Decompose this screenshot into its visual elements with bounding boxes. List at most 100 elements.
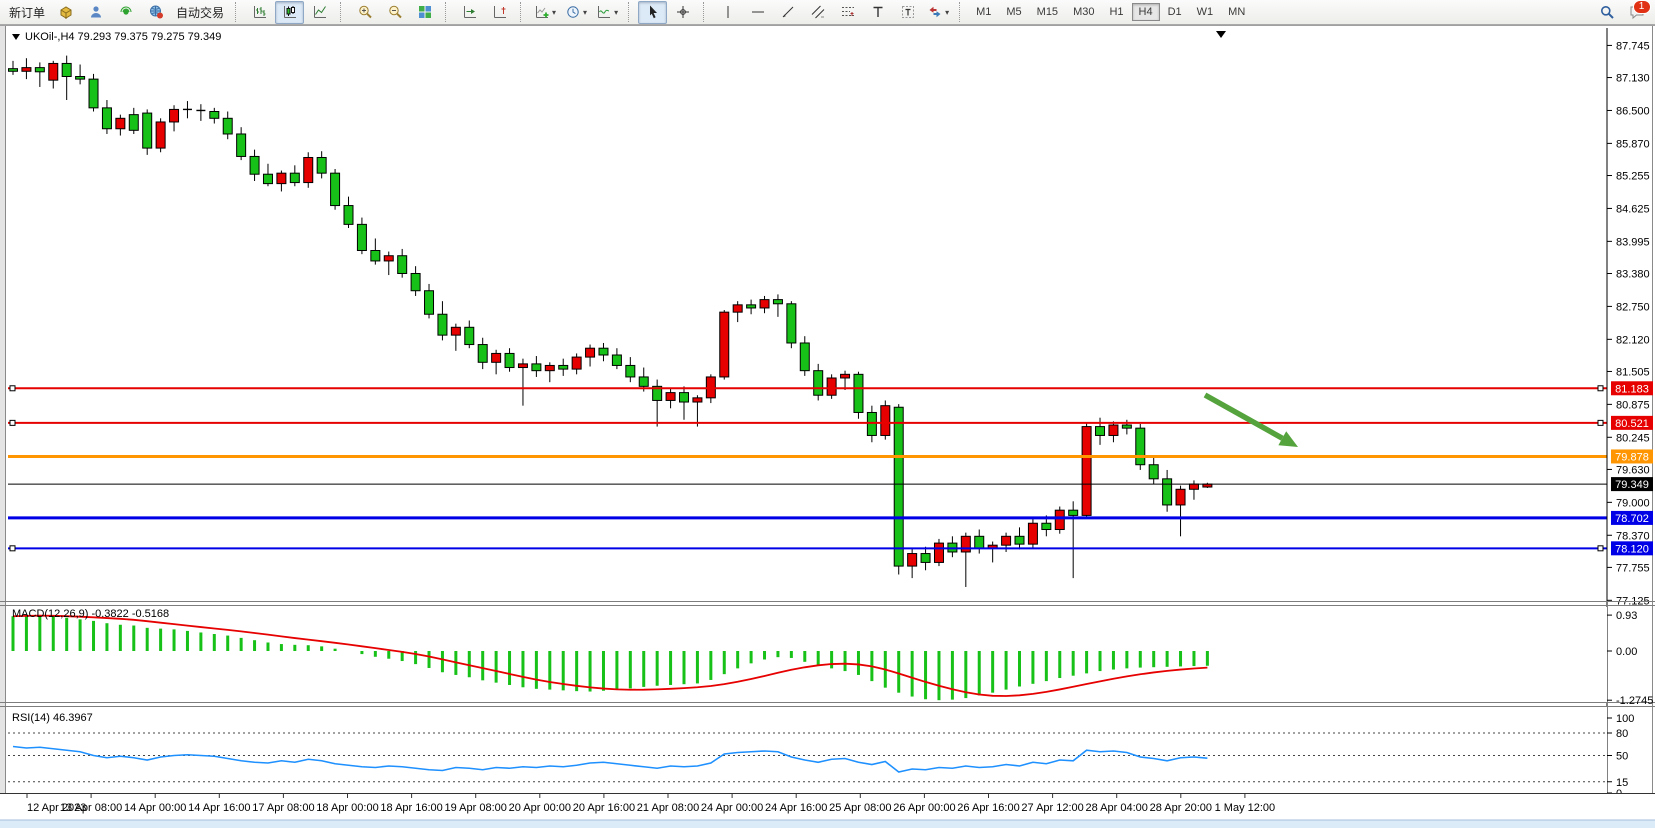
- candle: [76, 77, 85, 80]
- candle: [733, 305, 742, 312]
- time-axis-label: 14 Apr 16:00: [188, 802, 250, 814]
- price-axis-label: 78.370: [1616, 530, 1650, 542]
- price-axis-label: 85.255: [1616, 171, 1650, 183]
- price-badge-label: 78.120: [1615, 543, 1649, 555]
- candle: [908, 554, 917, 567]
- candle: [250, 156, 259, 174]
- time-axis-label: 14 Apr 00:00: [124, 802, 186, 814]
- line-handle[interactable]: [10, 420, 15, 425]
- line-handle[interactable]: [1598, 546, 1603, 551]
- line-handle[interactable]: [10, 546, 15, 551]
- macd-indicator-label: MACD(12,26,9) -0.3822 -0.5168: [12, 608, 169, 620]
- candle: [693, 398, 702, 402]
- window-left-frame: [0, 26, 5, 820]
- price-axis-label: 87.130: [1616, 73, 1650, 85]
- time-axis-label: 20 Apr 16:00: [573, 802, 635, 814]
- candle: [1096, 427, 1105, 436]
- time-axis-label: 26 Apr 16:00: [957, 802, 1019, 814]
- price-axis-label: 81.505: [1616, 366, 1650, 378]
- line-handle[interactable]: [10, 386, 15, 391]
- candle: [881, 406, 890, 436]
- price-axis-label: 84.625: [1616, 203, 1650, 215]
- candle: [263, 174, 272, 183]
- candle: [156, 122, 165, 148]
- candle: [331, 173, 340, 205]
- time-axis-label: 18 Apr 00:00: [316, 802, 378, 814]
- candle: [545, 365, 554, 370]
- candle: [532, 364, 541, 371]
- candle: [170, 109, 179, 122]
- candle: [116, 118, 125, 128]
- candle: [465, 327, 474, 344]
- rsi-panel-canvas[interactable]: [8, 707, 1607, 793]
- candle: [344, 206, 353, 225]
- price-axis-label: 82.120: [1616, 334, 1650, 346]
- candle: [277, 173, 286, 183]
- candle: [505, 353, 514, 367]
- candle: [921, 554, 930, 563]
- line-handle[interactable]: [1598, 386, 1603, 391]
- macd-axis-label: 0.93: [1616, 610, 1637, 622]
- candle: [49, 63, 58, 80]
- candle: [384, 256, 393, 261]
- candle: [666, 393, 675, 401]
- candle: [317, 157, 326, 173]
- candle: [478, 345, 487, 363]
- macd-panel-canvas[interactable]: [8, 607, 1607, 702]
- time-axis-label: 21 Apr 08:00: [637, 802, 699, 814]
- time-axis-label: 17 Apr 08:00: [252, 802, 314, 814]
- candle: [22, 68, 31, 72]
- candle: [1082, 427, 1091, 516]
- candle: [357, 224, 366, 250]
- candle: [102, 108, 111, 129]
- candle: [867, 412, 876, 435]
- candle: [438, 314, 447, 335]
- candle: [800, 343, 809, 371]
- time-axis-label: 19 Apr 08:00: [445, 802, 507, 814]
- candle: [35, 68, 44, 72]
- candle: [1015, 536, 1024, 544]
- chart-area: UKOil-,H4 79.293 79.375 79.275 79.34987.…: [0, 0, 1655, 828]
- candle: [572, 357, 581, 369]
- candle: [814, 371, 823, 396]
- price-axis-label: 79.000: [1616, 497, 1650, 509]
- candle: [626, 365, 635, 376]
- candle: [559, 365, 568, 369]
- price-axis-label: 87.745: [1616, 40, 1650, 52]
- price-badge-label: 81.183: [1615, 383, 1649, 395]
- window-bottom-strip: [0, 820, 1655, 828]
- candle: [129, 115, 138, 131]
- time-axis-label: 24 Apr 00:00: [701, 802, 763, 814]
- main-chart-canvas[interactable]: [8, 28, 1607, 602]
- candle: [1149, 465, 1158, 479]
- candle: [1176, 489, 1185, 505]
- candle: [1109, 425, 1118, 435]
- price-axis-label: 86.500: [1616, 105, 1650, 117]
- mt4-window: 新订单自动交易▾▾▾▾M1M5M15M30H1H4D1W1MN1 UKOil-,…: [0, 0, 1655, 828]
- time-axis-label: 1 May 12:00: [1215, 802, 1276, 814]
- candle: [639, 377, 648, 386]
- candle: [961, 536, 970, 552]
- time-axis-label: 24 Apr 16:00: [765, 802, 827, 814]
- candle: [1002, 536, 1011, 545]
- price-axis-label: 77.755: [1616, 562, 1650, 574]
- candle: [9, 69, 18, 72]
- price-axis-label: 83.380: [1616, 268, 1650, 280]
- candle: [290, 173, 299, 182]
- candle: [720, 312, 729, 377]
- candle: [451, 327, 460, 335]
- line-handle[interactable]: [1598, 420, 1603, 425]
- rsi-axis-label: 80: [1616, 728, 1628, 740]
- candle: [1122, 425, 1131, 428]
- candle: [237, 134, 246, 156]
- time-axis-label: 13 Apr 08:00: [60, 802, 122, 814]
- candle: [773, 300, 782, 304]
- price-axis-label: 82.750: [1616, 301, 1650, 313]
- candle: [1069, 510, 1078, 515]
- candle: [680, 393, 689, 402]
- candle: [371, 250, 380, 260]
- candle: [975, 536, 984, 548]
- time-axis-label: 18 Apr 16:00: [380, 802, 442, 814]
- candle: [411, 273, 420, 290]
- macd-axis-label: 0.00: [1616, 646, 1637, 658]
